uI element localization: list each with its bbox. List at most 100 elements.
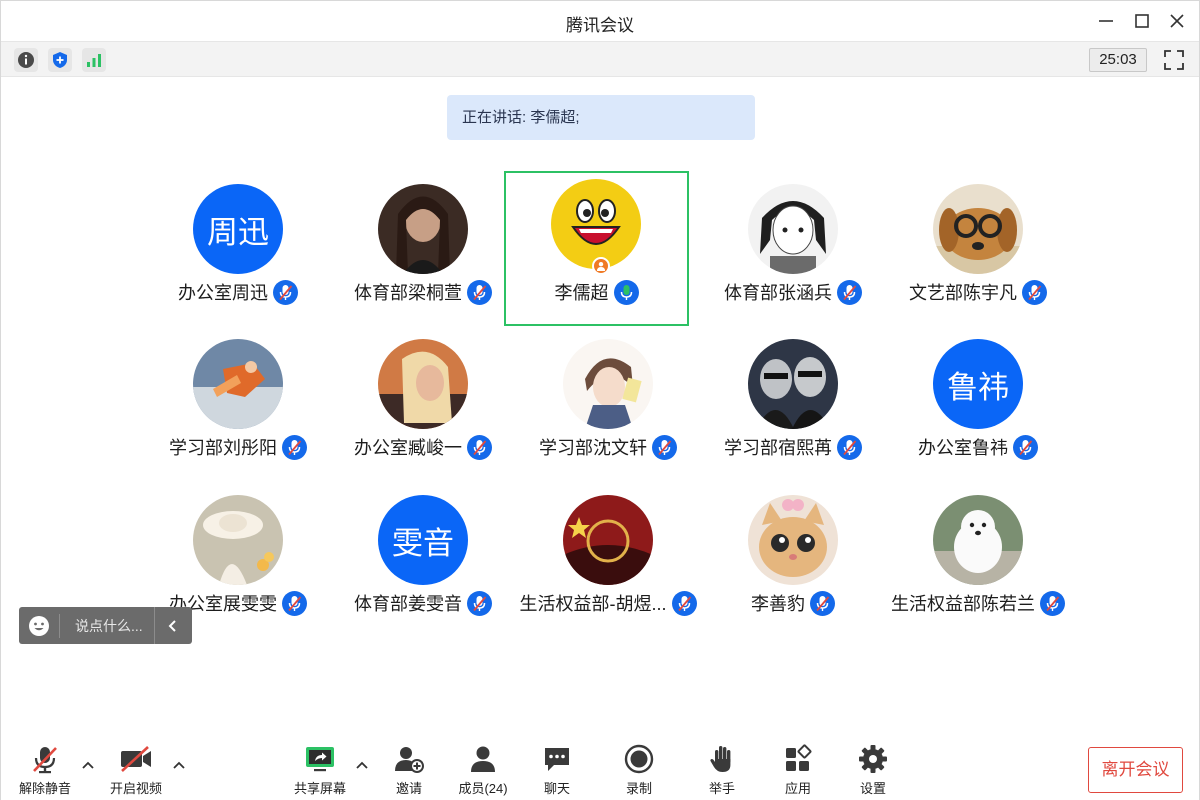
apps-button[interactable]: 应用: [760, 743, 836, 797]
participant-tile[interactable]: 学习部沈文轩: [518, 331, 698, 481]
participant-tile[interactable]: 办公室臧峻一: [333, 331, 513, 481]
video-options-caret[interactable]: [171, 757, 187, 773]
avatar: 周迅: [193, 184, 283, 274]
settings-button[interactable]: 设置: [835, 743, 911, 797]
participant-nameline: 体育部梁桐萱: [323, 279, 523, 305]
maximize-icon: [1135, 14, 1149, 28]
mic-muted-icon: [33, 746, 57, 773]
maximize-button[interactable]: [1130, 9, 1154, 33]
participant-nameline: 体育部张涵兵: [693, 279, 893, 305]
participant-nameline: 李善豹: [693, 590, 893, 616]
participant-tile[interactable]: 学习部宿熙苒: [703, 331, 883, 481]
start-video-button[interactable]: 开启视频: [98, 743, 174, 797]
meeting-window: 腾讯会议 25:03 正在讲话: 李儒超; 周迅 办公室周迅 体育部梁桐萱李儒超…: [0, 0, 1200, 800]
chevron-left-icon: [168, 619, 176, 632]
chat-collapse-button[interactable]: [154, 607, 190, 644]
close-button[interactable]: [1165, 9, 1189, 33]
audio-options-caret[interactable]: [80, 757, 96, 773]
avatar-initials: 周迅: [207, 214, 269, 250]
fullscreen-icon: [1164, 50, 1184, 70]
participant-nameline: 学习部宿熙苒: [693, 434, 893, 460]
participant-tile[interactable]: 生活权益部陈若兰: [888, 487, 1068, 637]
participant-tile[interactable]: 体育部张涵兵: [703, 176, 883, 326]
mic-muted-icon: [1013, 434, 1038, 460]
avatar: [748, 339, 838, 429]
chat-bubble-icon: [545, 747, 569, 771]
invite-button[interactable]: 邀请: [371, 743, 447, 797]
unmute-button[interactable]: 解除静音: [7, 743, 83, 797]
avatar-image: [193, 339, 283, 429]
minimize-icon: [1099, 20, 1113, 22]
participant-tile[interactable]: 学习部刘彤阳: [148, 331, 328, 481]
record-button[interactable]: 录制: [601, 743, 677, 797]
participant-name: 学习部宿熙苒: [724, 438, 832, 458]
meeting-info-button[interactable]: [14, 48, 38, 72]
shield-icon: [53, 52, 67, 68]
raise-hand-button[interactable]: 举手: [684, 743, 760, 797]
chevron-up-icon: [173, 761, 185, 769]
mic-muted-icon: [1040, 590, 1065, 616]
participant-name: 学习部刘彤阳: [169, 438, 277, 458]
avatar: [193, 495, 283, 585]
share-options-caret[interactable]: [354, 757, 370, 773]
mic-muted-icon: [282, 434, 307, 460]
chevron-up-icon: [82, 761, 94, 769]
unmute-label: 解除静音: [18, 781, 71, 796]
raise-hand-label: 举手: [708, 781, 735, 796]
participant-name: 李儒超: [554, 283, 609, 303]
chevron-up-icon: [356, 761, 368, 769]
avatar-image: [933, 495, 1023, 585]
emoji-button[interactable]: [19, 607, 59, 644]
apps-label: 应用: [784, 781, 811, 796]
mic-active-icon: [613, 279, 639, 305]
avatar: [551, 179, 641, 269]
participant-nameline: 文艺部陈宇凡: [878, 279, 1078, 305]
close-icon: [1170, 14, 1184, 28]
invite-label: 邀请: [395, 781, 422, 796]
leave-meeting-button[interactable]: 离开会议: [1088, 747, 1183, 793]
fullscreen-button[interactable]: [1161, 47, 1187, 73]
participant-name: 生活权益部-胡煜...: [519, 594, 667, 614]
participant-tile[interactable]: 生活权益部-胡煜...: [518, 487, 698, 637]
participant-nameline: 学习部刘彤阳: [138, 434, 338, 460]
participant-name: 李善豹: [751, 594, 805, 614]
mic-muted-icon: [1022, 279, 1047, 305]
avatar: [563, 495, 653, 585]
avatar-initials: 雯音: [392, 525, 454, 561]
avatar-image: [748, 339, 838, 429]
participant-tile[interactable]: 李儒超: [504, 171, 689, 326]
share-screen-button[interactable]: 共享屏幕: [282, 743, 358, 797]
participant-nameline: 体育部姜雯音: [323, 590, 523, 616]
chat-button[interactable]: 聊天: [519, 743, 595, 797]
participant-tile[interactable]: 李善豹: [703, 487, 883, 637]
emoji-icon: [29, 615, 49, 636]
network-status-button[interactable]: [82, 48, 106, 72]
participant-name: 文艺部陈宇凡: [909, 283, 1017, 303]
avatar: [193, 339, 283, 429]
mic-muted-icon: [282, 590, 307, 616]
participant-tile[interactable]: 周迅办公室周迅: [148, 176, 328, 326]
participant-tile[interactable]: 鲁祎 办公室鲁祎: [888, 331, 1068, 481]
avatar: [563, 339, 653, 429]
mic-muted-icon: [652, 434, 677, 460]
gear-icon: [859, 744, 887, 773]
security-button[interactable]: [48, 48, 72, 72]
avatar-image: [193, 495, 283, 585]
mic-muted-icon: [837, 279, 862, 305]
chat-input[interactable]: 说点什么...: [60, 616, 154, 636]
participant-tile[interactable]: 文艺部陈宇凡: [888, 176, 1068, 326]
camera-off-icon: [121, 745, 151, 772]
avatar: [933, 184, 1023, 274]
mic-muted-icon: [837, 434, 862, 460]
participant-nameline: 生活权益部-胡煜...: [508, 590, 708, 616]
record-label: 录制: [625, 781, 652, 796]
avatar: [748, 495, 838, 585]
participant-tile[interactable]: 雯音 体育部姜雯音: [333, 487, 513, 637]
minimize-button[interactable]: [1094, 9, 1118, 33]
avatar: 雯音: [378, 495, 468, 585]
participant-tile[interactable]: 体育部梁桐萱: [333, 176, 513, 326]
members-button[interactable]: 成员(24): [445, 743, 521, 797]
participant-name: 办公室周迅: [178, 283, 268, 303]
window-title: 腾讯会议: [566, 16, 634, 35]
avatar-image: [748, 184, 838, 274]
